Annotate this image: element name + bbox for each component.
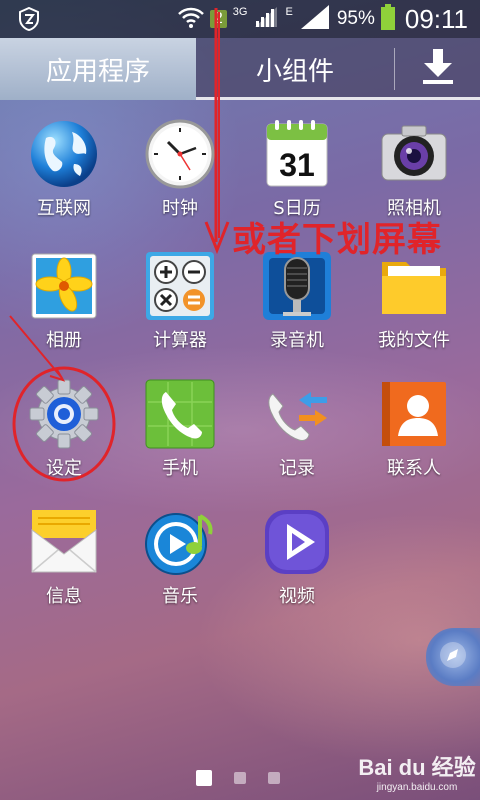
- gear-icon: [28, 378, 100, 450]
- app-label: 信息: [46, 586, 82, 607]
- battery-percent: 95%: [336, 8, 375, 29]
- app-internet[interactable]: 互联网: [6, 118, 122, 238]
- pen-icon: [438, 640, 468, 674]
- app-messages[interactable]: 信息: [6, 506, 122, 626]
- camera-icon: [378, 118, 450, 190]
- page-dot-1[interactable]: [196, 770, 212, 786]
- app-label: 互联网: [37, 198, 91, 219]
- contacts-icon: [378, 378, 450, 450]
- app-label: 手机: [162, 458, 198, 479]
- phone-icon: [144, 378, 216, 450]
- calendar-icon: 31: [261, 118, 333, 190]
- app-label: 录音机: [270, 330, 324, 351]
- tab-bar: 应用程序 小组件: [0, 38, 480, 100]
- annotation-text: 或者下划屏幕: [232, 220, 442, 260]
- globe-icon: [28, 118, 100, 190]
- network-type-label: 3G: [232, 6, 248, 18]
- call-log-icon: [261, 378, 333, 450]
- app-label: 相册: [46, 330, 82, 351]
- app-label: 计算器: [153, 330, 207, 351]
- app-contacts[interactable]: 联系人: [356, 378, 472, 498]
- app-label: 联系人: [387, 458, 441, 479]
- app-clock[interactable]: 时钟: [122, 118, 238, 238]
- status-bar: 2 3G E 95% 09:11: [0, 0, 480, 38]
- wifi-icon: [178, 6, 204, 32]
- watermark-main: Bai du 经验: [358, 755, 476, 780]
- floating-assist-button[interactable]: [426, 628, 480, 686]
- app-music[interactable]: 音乐: [122, 506, 238, 626]
- gallery-icon: [28, 250, 100, 322]
- app-label: 时钟: [162, 198, 198, 219]
- app-label: 我的文件: [378, 330, 450, 351]
- watermark: Bai du 经验 jingyan.baidu.com: [358, 750, 476, 794]
- calculator-icon: [144, 250, 216, 322]
- clock-time: 09:11: [404, 3, 468, 34]
- app-calculator[interactable]: 计算器: [122, 250, 238, 370]
- app-recorder[interactable]: 录音机: [239, 250, 355, 370]
- page-dot-2[interactable]: [234, 772, 246, 784]
- tab-divider: [394, 48, 395, 90]
- calendar-day: 31: [279, 147, 315, 183]
- app-gallery[interactable]: 相册: [6, 250, 122, 370]
- sim-slot-badge: 2: [209, 10, 227, 28]
- app-my-files[interactable]: 我的文件: [356, 250, 472, 370]
- app-label: 设定: [46, 458, 82, 479]
- app-phone[interactable]: 手机: [122, 378, 238, 498]
- tab-widgets[interactable]: 小组件: [196, 38, 394, 100]
- app-video[interactable]: 视频: [239, 506, 355, 626]
- app-label: 音乐: [162, 586, 198, 607]
- shield-icon: [18, 6, 40, 35]
- download-button[interactable]: [396, 38, 480, 100]
- page-dot-3[interactable]: [268, 772, 280, 784]
- message-icon: [28, 506, 100, 578]
- page-indicator: [196, 770, 280, 786]
- signal-icon: [253, 5, 279, 33]
- app-call-log[interactable]: 记录: [239, 378, 355, 498]
- network-type-label-2: E: [285, 6, 293, 18]
- download-icon: [420, 47, 456, 91]
- app-settings[interactable]: 设定: [6, 378, 122, 498]
- battery-icon: [380, 4, 395, 34]
- signal-icon-2: [299, 3, 331, 35]
- app-label: 记录: [279, 458, 315, 479]
- clock-icon: [144, 118, 216, 190]
- video-icon: [261, 506, 333, 578]
- app-label: 视频: [279, 586, 315, 607]
- tab-apps[interactable]: 应用程序: [0, 38, 196, 100]
- watermark-sub: jingyan.baidu.com: [376, 782, 458, 793]
- music-icon: [144, 506, 216, 578]
